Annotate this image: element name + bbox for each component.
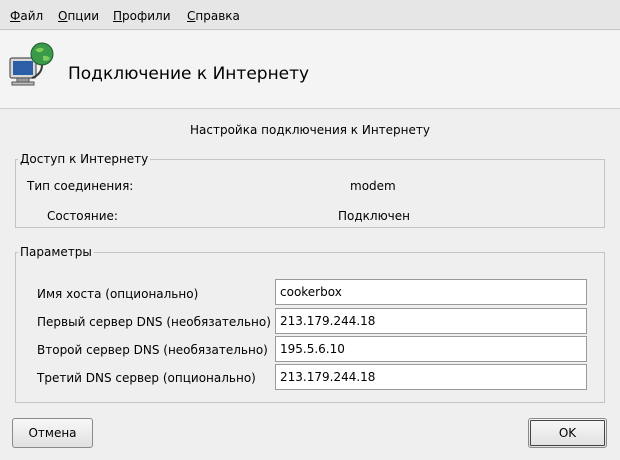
ok-button[interactable]: OK [528,418,607,448]
dns1-label: Первый сервер DNS (необязательно) [37,315,271,329]
menu-help[interactable]: Справка [187,9,240,23]
menu-profiles[interactable]: Профили [113,9,171,23]
dns2-input[interactable] [275,336,587,362]
dialog-subtitle: Настройка подключения к Интернету [190,123,430,137]
connection-type-value: modem [350,179,396,193]
hostname-input[interactable] [275,279,587,305]
internet-access-legend: Доступ к Интернету [20,152,149,166]
dns2-label: Второй сервер DNS (необязательно) [37,343,268,357]
menu-bar: Файл Опции Профили Справка [0,0,620,30]
cancel-button[interactable]: Отмена [12,418,93,448]
hostname-label: Имя хоста (опционально) [37,287,199,301]
dns3-input[interactable] [275,364,587,390]
page-title: Подключение к Интернету [68,64,310,84]
dns3-label: Третий DNS сервер (опционально) [37,371,256,385]
connection-state-label: Состояние: [47,209,118,223]
header-banner: Подключение к Интернету [0,31,620,109]
menu-file[interactable]: Файл [10,9,43,23]
parameters-legend: Параметры [20,245,92,259]
dns1-input[interactable] [275,308,587,334]
connection-state-value: Подключен [338,209,410,223]
connection-type-label: Тип соединения: [27,179,134,193]
network-connection-icon [9,42,54,86]
menu-options[interactable]: Опции [58,9,99,23]
